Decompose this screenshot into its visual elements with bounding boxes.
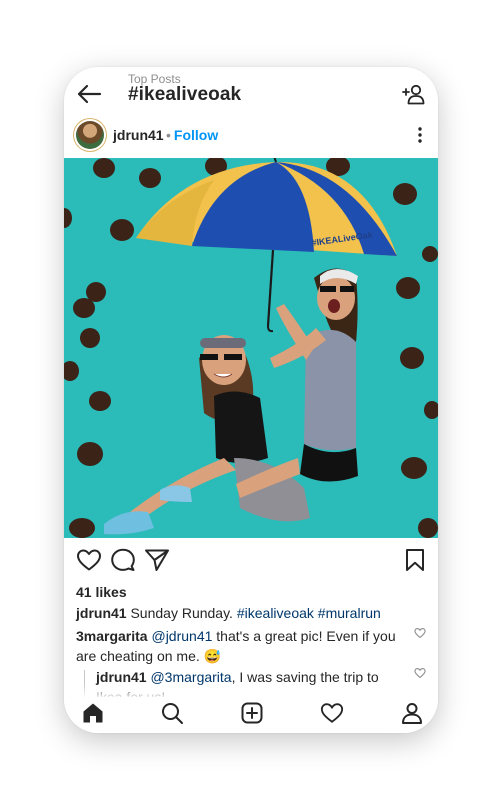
caption-hashtags[interactable]: #ikealiveoak #muralrun [237,605,381,621]
post-header: jdrun41 • Follow [64,119,438,155]
new-post-icon[interactable] [240,701,264,725]
comment-username[interactable]: 3margarita [76,628,148,644]
home-icon[interactable] [81,701,105,725]
post-actions [64,544,438,578]
reply-like-icon[interactable] [414,667,426,679]
bottom-nav [64,697,438,733]
paper-plane-icon[interactable] [144,548,170,572]
avatar[interactable] [76,121,104,149]
comment-item: 3margarita @jdrun41 that's a great pic! … [76,626,406,666]
caption-text: Sunday Runday. [130,605,233,621]
back-arrow-icon[interactable] [76,83,102,105]
post-photo[interactable]: #IKEALiveOak [64,158,438,538]
post-caption: jdrun41 Sunday Runday. #ikealiveoak #mur… [76,604,381,622]
follow-button[interactable]: • Follow [166,127,218,143]
profile-icon[interactable] [400,701,424,725]
search-icon[interactable] [160,701,184,725]
separator-dot: • [166,127,171,143]
activity-heart-icon[interactable] [320,701,344,725]
comment-icon[interactable] [110,548,136,572]
comment-like-icon[interactable] [414,627,426,639]
phone-frame: Top Posts #ikealiveoak jdrun41 •Follow [64,67,438,733]
heart-icon[interactable] [76,548,102,572]
comment-emoji: 😅 [203,648,222,664]
comment-mention[interactable]: @jdrun41 [151,628,212,644]
hashtag-header: Top Posts #ikealiveoak [64,67,438,115]
add-person-icon[interactable] [402,83,426,105]
more-options-icon[interactable] [416,126,424,144]
page-title: #ikealiveoak [128,84,242,105]
bookmark-icon[interactable] [402,548,428,572]
follow-label[interactable]: Follow [174,127,218,143]
post-username[interactable]: jdrun41 [113,127,164,143]
likes-count[interactable]: 41 likes [76,584,127,600]
caption-username[interactable]: jdrun41 [76,605,127,621]
